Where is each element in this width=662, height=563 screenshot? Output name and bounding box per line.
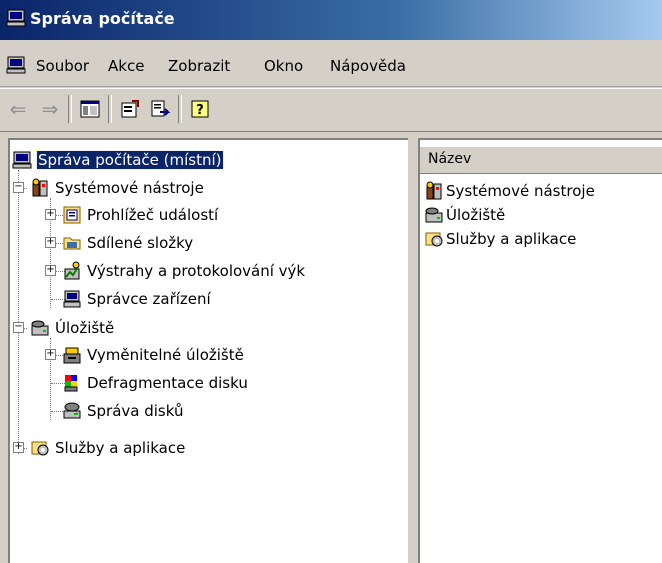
- performance-logs-icon: [64, 261, 80, 280]
- tree-item-label: Vyměnitelné úložiště: [87, 346, 244, 364]
- list-item[interactable]: Systémové nástroje: [424, 180, 595, 202]
- menu-soubor[interactable]: Soubor: [34, 56, 91, 76]
- tree-item-system-tools[interactable]: Systémové nástroje: [30, 177, 204, 199]
- storage-icon: [425, 207, 443, 223]
- menu-bar: Soubor Akce Zobrazit Okno Nápověda: [0, 44, 662, 87]
- menu-akce[interactable]: Akce: [106, 56, 146, 76]
- toolbar-separator: [178, 95, 182, 123]
- tree-item-services-apps[interactable]: Služby a aplikace: [30, 437, 185, 459]
- tree-item-label: Prohlížeč událostí: [87, 206, 219, 224]
- window-title: Správa počítače: [30, 9, 175, 28]
- properties-icon[interactable]: [118, 97, 142, 121]
- tree-item-root[interactable]: Správa počítače (místní): [12, 149, 224, 171]
- removable-storage-icon: [63, 347, 81, 364]
- tree-item-label: Správce zařízení: [87, 290, 211, 308]
- shared-folder-icon: [63, 237, 81, 250]
- tree-item-label: Výstrahy a protokolování výk: [87, 262, 306, 280]
- computer-icon: [12, 151, 32, 169]
- show-hide-tree-icon[interactable]: [78, 97, 102, 121]
- list-item-label: Služby a aplikace: [446, 230, 577, 248]
- toolbar: ⇐ ⇒ ?: [0, 88, 662, 132]
- list-item[interactable]: Úložiště: [424, 204, 505, 226]
- svg-text:?: ?: [196, 103, 204, 118]
- expand-toggle[interactable]: +: [45, 265, 56, 276]
- list-item[interactable]: Služby a aplikace: [424, 228, 576, 250]
- storage-icon: [31, 320, 49, 336]
- menu-napoveda[interactable]: Nápověda: [328, 56, 408, 76]
- services-apps-icon: [31, 441, 49, 456]
- system-tools-icon: [32, 178, 48, 197]
- column-header-label: Název: [428, 151, 472, 167]
- column-header-name[interactable]: Název: [420, 146, 662, 174]
- pane-splitter[interactable]: [408, 138, 418, 563]
- tree-item-label: Systémové nástroje: [55, 179, 204, 197]
- tree-item-device-manager[interactable]: Správce zařízení: [62, 288, 211, 310]
- expand-toggle[interactable]: +: [45, 237, 56, 248]
- defrag-icon: [64, 375, 78, 392]
- tree-item-label: Správa počítače (místní): [36, 150, 224, 170]
- tree-item-defrag[interactable]: Defragmentace disku: [62, 372, 248, 394]
- collapse-toggle[interactable]: −: [13, 322, 24, 333]
- tree-item-alerts-logs[interactable]: Výstrahy a protokolování výk: [62, 260, 305, 282]
- list-item-label: Úložiště: [446, 206, 506, 224]
- expand-toggle[interactable]: +: [45, 209, 56, 220]
- tree-item-label: Defragmentace disku: [87, 374, 248, 392]
- console-tree[interactable]: − + + + − + + Správa počítače (místní) S…: [8, 138, 408, 563]
- details-list[interactable]: Název Systémové nástroje Úložiště Služby…: [418, 138, 662, 563]
- export-list-icon[interactable]: [148, 97, 172, 121]
- expand-toggle[interactable]: +: [45, 349, 56, 360]
- tree-item-removable-storage[interactable]: Vyměnitelné úložiště: [62, 344, 244, 366]
- services-apps-icon: [425, 232, 443, 247]
- tree-item-label: Služby a aplikace: [55, 439, 186, 457]
- menu-zobrazit[interactable]: Zobrazit: [166, 56, 232, 76]
- title-bar[interactable]: Správa počítače: [0, 0, 662, 40]
- tree-item-label: Sdílené složky: [87, 234, 194, 252]
- forward-arrow-icon[interactable]: ⇒: [38, 97, 62, 121]
- list-item-label: Systémové nástroje: [446, 182, 595, 200]
- toolbar-separator: [108, 95, 112, 123]
- computer-management-icon: [6, 9, 26, 27]
- tree-item-shared-folders[interactable]: Sdílené složky: [62, 232, 193, 254]
- toolbar-separator: [68, 95, 72, 123]
- computer-icon[interactable]: [6, 55, 26, 75]
- tree-line: [18, 170, 19, 454]
- help-icon[interactable]: ?: [188, 97, 212, 121]
- collapse-toggle[interactable]: −: [13, 182, 24, 193]
- tree-item-label: Úložiště: [55, 319, 115, 337]
- menu-okno[interactable]: Okno: [262, 56, 305, 76]
- tree-item-label: Správa disků: [87, 402, 184, 420]
- tree-item-event-viewer[interactable]: Prohlížeč událostí: [62, 204, 218, 226]
- event-viewer-icon: [63, 206, 81, 224]
- tree-item-storage[interactable]: Úložiště: [30, 317, 114, 339]
- back-arrow-icon[interactable]: ⇐: [6, 97, 30, 121]
- expand-toggle[interactable]: +: [13, 442, 24, 453]
- tree-item-disk-management[interactable]: Správa disků: [62, 400, 183, 422]
- system-tools-icon: [426, 181, 442, 200]
- disk-management-icon: [63, 402, 81, 419]
- device-manager-icon: [63, 290, 81, 308]
